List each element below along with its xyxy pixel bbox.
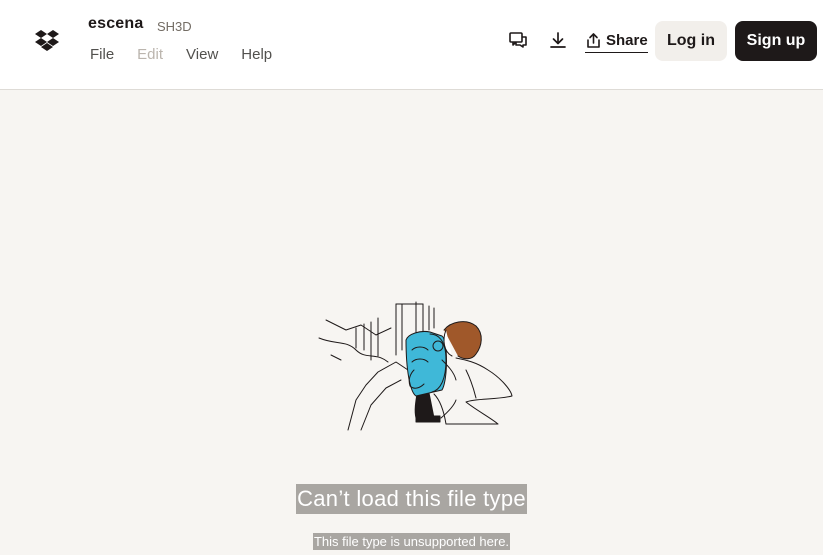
sign-up-button[interactable]: Sign up — [735, 21, 817, 61]
share-button[interactable]: Share — [585, 29, 648, 53]
menu-bar: File Edit View Help — [90, 46, 295, 63]
error-subtitle: This file type is unsupported here. — [0, 533, 823, 551]
menu-help[interactable]: Help — [241, 46, 272, 63]
menu-view[interactable]: View — [186, 46, 218, 63]
download-button[interactable] — [546, 28, 570, 52]
error-title-text: Can’t load this file type — [296, 484, 527, 514]
menu-file[interactable]: File — [90, 46, 114, 63]
share-icon — [587, 33, 600, 48]
binoculars-illustration — [316, 300, 516, 432]
error-subtitle-text: This file type is unsupported here. — [312, 533, 511, 550]
comments-icon — [509, 32, 527, 48]
share-label: Share — [606, 32, 648, 49]
top-bar: escena SH3D File Edit View Help Share Lo… — [0, 0, 823, 90]
download-icon — [550, 32, 566, 48]
comments-button[interactable] — [506, 28, 530, 52]
file-extension-badge: SH3D — [157, 19, 192, 34]
dropbox-logo-icon[interactable] — [35, 30, 59, 52]
error-title: Can’t load this file type — [0, 484, 823, 514]
log-in-button[interactable]: Log in — [655, 21, 727, 61]
file-name: escena — [88, 15, 144, 32]
menu-edit: Edit — [137, 46, 164, 63]
